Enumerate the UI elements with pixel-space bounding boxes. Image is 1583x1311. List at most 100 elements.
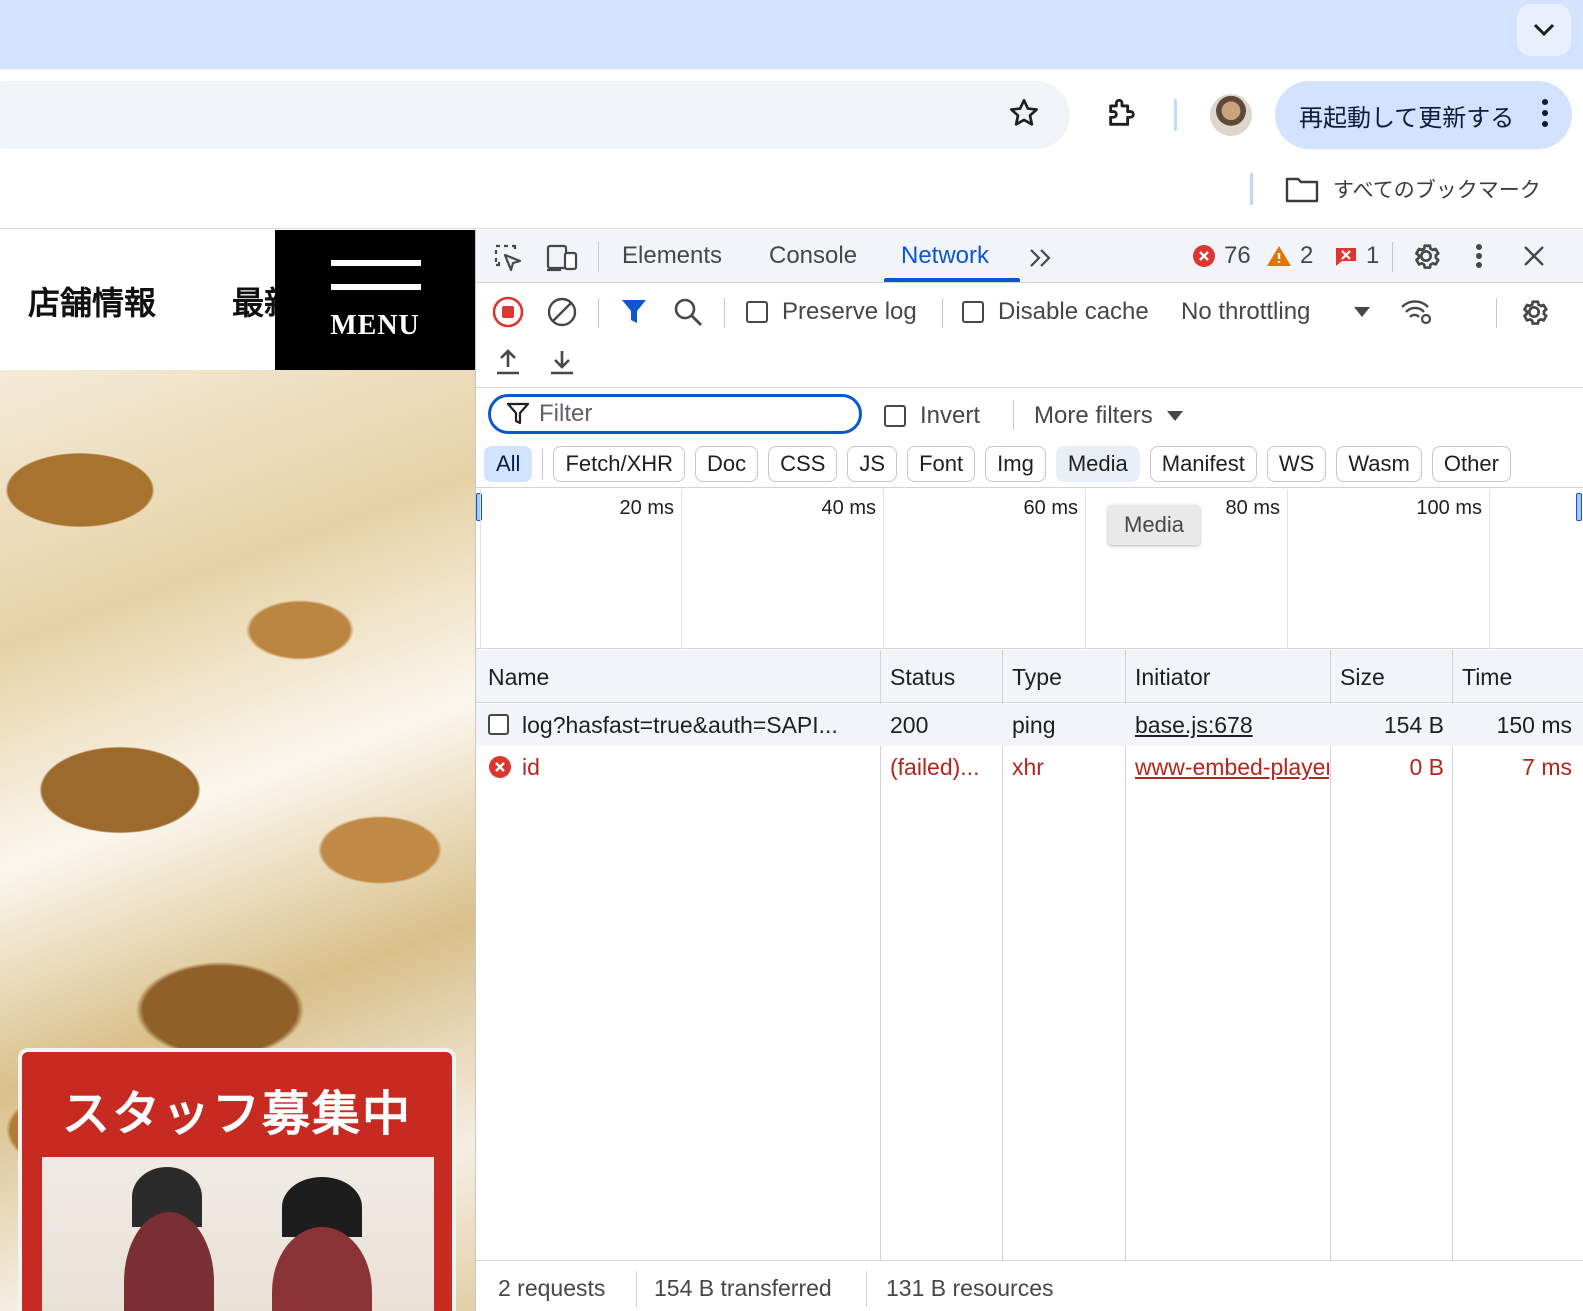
filter-chip-fetch-xhr[interactable]: Fetch/XHR [553,446,686,482]
request-time: 150 ms [1496,712,1572,738]
throttling-select[interactable]: No throttling [1181,298,1371,326]
column-header-initiator[interactable]: Initiator [1135,664,1210,691]
clear-icon[interactable] [542,292,582,332]
filter-box[interactable] [488,394,862,434]
filter-bar: Invert More filters All Fetch/XHR Doc CS… [476,388,1583,488]
request-size: 154 B [1383,712,1444,738]
errors-counter[interactable]: 76 [1192,242,1251,270]
address-bar[interactable] [0,81,1070,149]
filter-chip-ws[interactable]: WS [1266,446,1327,482]
bookmarks-separator [1250,173,1253,205]
staff-photo [42,1157,434,1311]
tab-network[interactable]: Network [901,242,989,270]
request-initiator-link[interactable]: www-embed-player [1135,754,1329,781]
filter-chip-css[interactable]: CSS [768,446,838,482]
filter-input[interactable] [539,400,839,428]
filter-chip-other[interactable]: Other [1431,446,1511,482]
menu-label: MENU [330,310,420,341]
resource-type-filters: All Fetch/XHR Doc CSS JS Font Img Media … [484,446,1511,482]
throttling-value: No throttling [1181,298,1311,325]
column-header-status[interactable]: Status [890,664,955,691]
request-name[interactable]: id [522,754,540,781]
checkbox-box[interactable] [746,301,768,323]
all-bookmarks-button[interactable]: すべてのブックマーク [1285,169,1541,209]
more-filters-dropdown[interactable]: More filters [1034,402,1183,430]
network-settings-gear-icon[interactable] [1514,292,1554,332]
folder-icon [1285,177,1319,203]
column-header-size[interactable]: Size [1340,664,1385,691]
request-initiator-link[interactable]: base.js:678 [1135,712,1325,739]
request-checkbox-icon[interactable] [488,714,509,741]
tab-search-button[interactable] [1517,4,1571,56]
filter-chip-media[interactable]: Media [1055,446,1140,482]
issues-counter[interactable]: 1 [1334,242,1379,270]
filter-funnel-icon[interactable] [614,292,654,332]
settings-gear-icon[interactable] [1406,236,1446,276]
recruit-title: スタッフ募集中 [61,1086,412,1142]
tab-console[interactable]: Console [769,242,857,270]
devtools-tab-bar: Elements Console Network 76 2 1 [476,230,1583,283]
requests-table: Name Status Type Initiator Size Time log… [476,650,1583,1260]
overview-right-handle[interactable] [1576,493,1582,521]
checkbox-box[interactable] [884,405,906,427]
bookmark-star-button[interactable] [1000,89,1048,137]
disable-cache-checkbox[interactable]: Disable cache [962,298,1149,326]
web-page: 店舗情報 最新 MENU スタッフ募集中 [0,230,475,1311]
recruit-banner[interactable]: スタッフ募集中 [18,1048,456,1311]
site-menu-button[interactable]: MENU [275,230,475,370]
filter-chip-img[interactable]: Img [985,446,1046,482]
more-tabs-chevron-icon[interactable] [1024,238,1058,278]
dropdown-caret-icon [1166,411,1183,421]
inspect-element-icon[interactable] [488,238,528,278]
table-row[interactable]: id (failed)... xhr www-embed-player 0 B … [476,746,1583,788]
search-icon[interactable] [668,292,708,332]
invert-checkbox[interactable]: Invert [884,402,980,430]
nav-shop-info[interactable]: 店舗情報 [28,278,156,324]
export-har-download-icon[interactable] [542,342,582,382]
column-header-type[interactable]: Type [1012,664,1062,691]
column-header-name[interactable]: Name [488,664,549,691]
column-header-time[interactable]: Time [1462,664,1512,691]
bookmarks-bar: すべてのブックマーク [0,161,1583,229]
profile-avatar[interactable] [1210,94,1252,136]
preserve-log-checkbox[interactable]: Preserve log [746,298,917,326]
request-status: 200 [890,712,929,738]
summary-requests: 2 requests [498,1275,606,1301]
summary-transferred: 154 B transferred [654,1275,832,1301]
puzzle-icon [1109,98,1135,126]
record-stop-icon[interactable] [488,292,528,332]
issues-count: 1 [1366,242,1380,269]
filter-chip-wasm[interactable]: Wasm [1336,446,1422,482]
close-icon[interactable] [1514,236,1554,276]
warnings-counter[interactable]: 2 [1266,242,1313,270]
table-row[interactable]: log?hasfast=true&auth=SAPI... 200 ping b… [476,704,1583,746]
chevron-down-icon [1533,23,1555,37]
overview-left-handle[interactable] [476,493,482,521]
error-icon [1193,245,1215,267]
import-har-upload-icon[interactable] [488,342,528,382]
network-conditions-icon[interactable] [1396,292,1438,332]
request-status: (failed)... [890,754,980,780]
request-name[interactable]: log?hasfast=true&auth=SAPI... [522,712,872,739]
network-summary-bar: 2 requests 154 B transferred 131 B resou… [476,1260,1583,1311]
filter-chip-font[interactable]: Font [907,446,976,482]
star-icon [1010,99,1038,126]
filter-chip-manifest[interactable]: Manifest [1149,446,1257,482]
filter-chip-doc[interactable]: Doc [695,446,759,482]
dropdown-caret-icon [1354,307,1371,317]
kebab-menu-icon[interactable] [1542,99,1548,127]
extensions-button[interactable] [1098,89,1146,137]
filter-chip-all[interactable]: All [484,446,533,482]
timeline-tick: 100 ms [1416,497,1482,519]
device-toolbar-icon[interactable] [542,238,582,278]
kebab-menu-icon[interactable] [1464,236,1494,276]
request-time: 7 ms [1522,754,1572,780]
tab-elements[interactable]: Elements [622,242,722,270]
issue-flag-icon [1336,248,1356,266]
errors-count: 76 [1224,242,1251,269]
network-overview-timeline[interactable]: 20 ms 40 ms 60 ms 80 ms 100 ms Media [476,489,1583,649]
filter-chip-js[interactable]: JS [847,446,898,482]
error-icon [488,755,512,785]
checkbox-box[interactable] [962,301,984,323]
update-chrome-button[interactable]: 再起動して更新する [1275,81,1572,149]
